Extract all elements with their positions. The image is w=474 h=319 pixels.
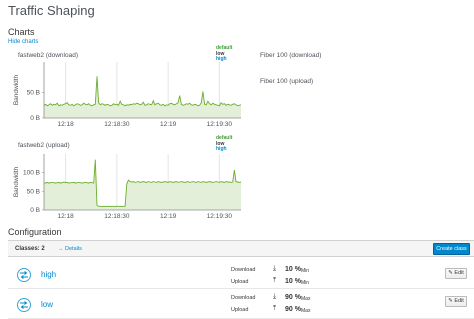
- link-label-download: Fiber 100 (download): [260, 52, 322, 59]
- create-class-button[interactable]: Create class: [433, 243, 470, 255]
- upload-label: Upload: [231, 307, 249, 313]
- edit-button[interactable]: ✎ Edit: [445, 296, 467, 307]
- upload-unit: Min: [301, 280, 310, 286]
- y-axis-label: Bandwidth: [13, 74, 20, 105]
- upload-value: 90 %: [285, 306, 301, 313]
- charts-section-title: Charts: [8, 27, 35, 37]
- configuration-title: Configuration: [8, 227, 62, 237]
- x-tick-label: 12:18: [58, 121, 75, 128]
- traffic-class-icon: [17, 298, 31, 312]
- edit-button[interactable]: ✎ Edit: [445, 268, 467, 279]
- y-tick-label: 50 B: [27, 90, 40, 97]
- hide-charts-link[interactable]: Hide charts: [8, 39, 38, 45]
- upload-icon: ⤒: [273, 277, 277, 284]
- upload-value: 10 %: [285, 278, 301, 285]
- class-name-link[interactable]: high: [41, 270, 56, 279]
- class-row-low: low Download ⤓ 90 % Max Upload ⤒ 90 % Ma…: [8, 292, 474, 319]
- upload-icon: ⤒: [273, 305, 277, 312]
- y-tick-label: 0 B: [30, 115, 40, 122]
- x-tick-label: 12:19: [160, 121, 177, 128]
- x-tick-label: 12:18: [58, 213, 75, 220]
- page-title: Traffic Shaping: [8, 3, 95, 18]
- x-tick-label: 12:18:30: [104, 121, 130, 128]
- details-link[interactable]: → Details: [58, 246, 82, 252]
- pencil-icon: ✎: [448, 298, 453, 304]
- download-unit: Min: [301, 268, 310, 274]
- x-tick-label: 12:19: [160, 213, 177, 220]
- edit-label: Edit: [454, 298, 464, 304]
- link-label-upload: Fiber 100 (upload): [260, 78, 314, 85]
- x-tick-label: 12:19:30: [207, 121, 233, 128]
- y-tick-label: 100 B: [23, 170, 40, 177]
- upload-chart-plot: 12:18 12:18:30 12:19 12:19:30 0 B 50 B 100 BBa…: [13, 154, 242, 220]
- download-icon: ⤓: [273, 265, 277, 272]
- upload-chart: fastweb2 (upload) default low high 12:18…: [8, 135, 248, 230]
- edit-label: Edit: [454, 270, 464, 276]
- upload-label: Upload: [231, 279, 249, 285]
- upload-unit: Max: [301, 308, 311, 314]
- classes-count: Classes: 2: [15, 246, 45, 252]
- download-label: Download: [231, 267, 256, 273]
- download-chart: fastweb2 (download) default low high 12:…: [8, 45, 248, 138]
- x-tick-label: 12:19:30: [207, 213, 233, 220]
- classes-toolbar: Classes: 2 → Details Create class: [8, 240, 474, 257]
- y-tick-label: 50 B: [27, 188, 40, 195]
- download-unit: Max: [301, 296, 311, 302]
- class-row-high: high Download ⤓ 10 % Min Upload ⤒ 10 % M…: [8, 262, 474, 289]
- y-axis-label: Bandwidth: [13, 166, 20, 197]
- x-tick-label: 12:18:30: [104, 213, 130, 220]
- y-tick-label: 0 B: [30, 207, 40, 214]
- download-value: 90 %: [285, 294, 301, 301]
- download-value: 10 %: [285, 266, 301, 273]
- traffic-class-icon: [17, 268, 31, 282]
- pencil-icon: ✎: [448, 270, 453, 276]
- download-chart-plot: 12:18 12:18:30 12:19 12:19:30 0 B 50 B Bandwid…: [13, 62, 242, 128]
- class-name-link[interactable]: low: [41, 300, 53, 309]
- download-label: Download: [231, 295, 256, 301]
- download-icon: ⤓: [273, 293, 277, 300]
